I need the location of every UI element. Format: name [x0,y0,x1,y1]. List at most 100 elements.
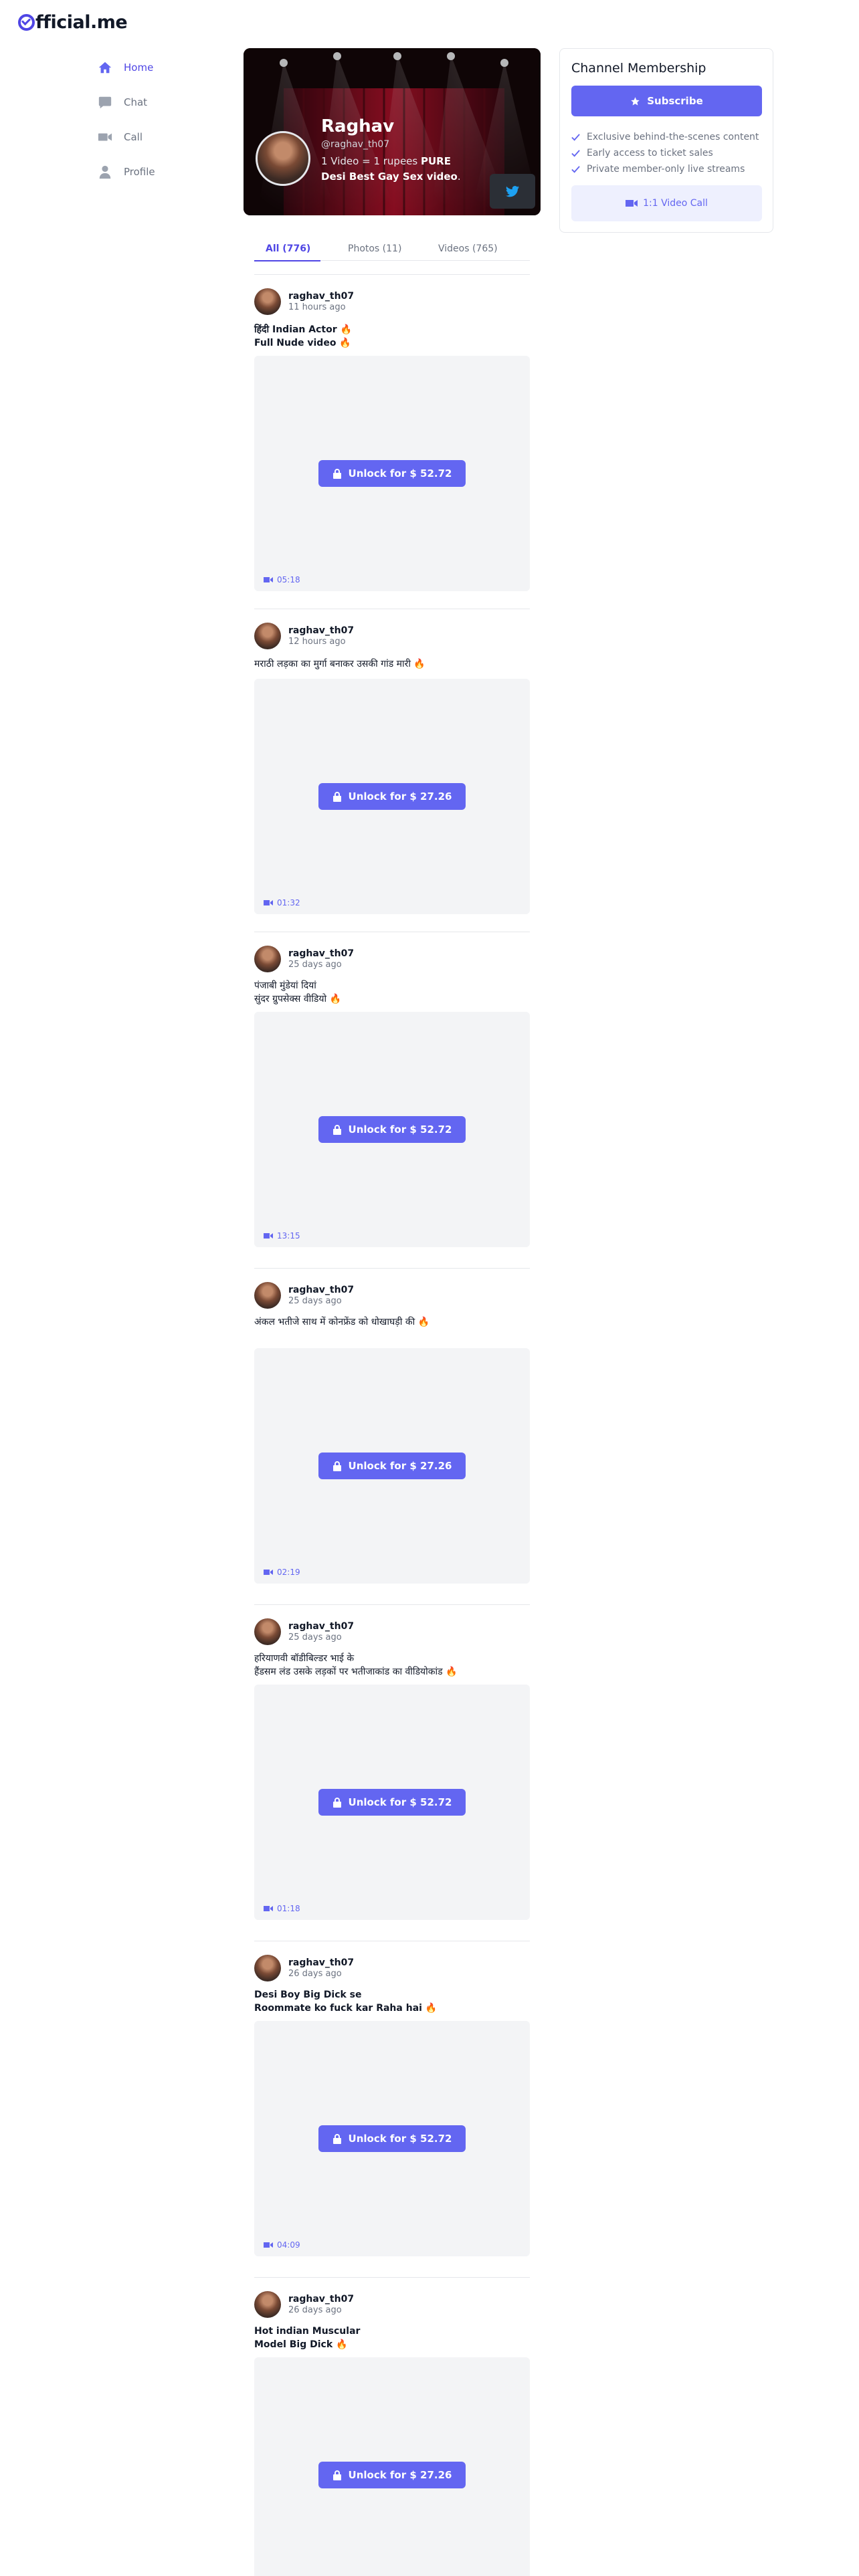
membership-title: Channel Membership [571,61,706,76]
post-header: raghav_th07 25 days ago [254,946,354,972]
site-logo[interactable]: fficial.me [18,12,128,33]
avatar[interactable] [254,1955,281,1981]
post-timestamp: 12 hours ago [288,636,346,647]
profile-name: Raghav [321,116,395,136]
avatar[interactable] [254,1282,281,1309]
unlock-button[interactable]: Unlock for $ 27.26 [318,2462,466,2488]
subscribe-label: Subscribe [647,95,703,107]
video-call-button[interactable]: 1:1 Video Call [571,185,762,221]
unlock-button[interactable]: Unlock for $ 52.72 [318,2125,466,2152]
avatar[interactable] [254,946,281,972]
post-timestamp: 25 days ago [288,1295,342,1306]
tab-photos[interactable]: Photos (11) [348,243,401,261]
locked-media[interactable]: Unlock for $ 52.72 13:15 [254,1012,530,1247]
profile-handle: @raghav_th07 [321,139,390,150]
post-caption: हिंदी Indian Actor 🔥 Full Nude video 🔥 [254,324,352,348]
video-camera-icon [264,1906,273,1911]
post-timestamp: 25 days ago [288,1632,342,1642]
star-icon [631,96,640,105]
post-header: raghav_th07 26 days ago [254,2291,354,2318]
video-camera-icon [626,200,638,207]
perk-item: Early access to ticket sales [571,145,759,161]
sidebar-item-label: Call [124,131,143,143]
post-username[interactable]: raghav_th07 [288,1621,354,1632]
sidebar-nav: Home Chat Call Profile [97,50,231,189]
post-caption: मराठी लड़का का मुर्गा बनाकर उसकी गांड मा… [254,659,425,669]
post-caption: अंकल भतीजे साथ में कोनफ्रेंड को धोखाघड़ी… [254,1317,430,1327]
sidebar-item-label: Chat [124,96,148,108]
sidebar-item-home[interactable]: Home [97,50,231,85]
twitter-icon [505,186,520,197]
locked-media[interactable]: Unlock for $ 52.72 01:18 [254,1685,530,1920]
sidebar-item-profile[interactable]: Profile [97,154,231,189]
post-card: raghav_th07 25 days ago हरियाणवी बॉडीबिल्… [254,1604,530,1941]
post-header: raghav_th07 11 hours ago [254,288,354,315]
post-header: raghav_th07 25 days ago [254,1618,354,1645]
post-card: raghav_th07 25 days ago अंकल भतीजे साथ मे… [254,1268,530,1604]
unlock-button[interactable]: Unlock for $ 52.72 [318,1789,466,1816]
unlock-label: Unlock for $ 52.72 [348,1796,452,1808]
lock-icon [332,2470,341,2480]
avatar[interactable] [254,1618,281,1645]
profile-bio: 1 Video = 1 rupees PURE Desi Best Gay Se… [321,155,461,183]
post-timestamp: 11 hours ago [288,302,346,312]
profile-avatar[interactable] [256,131,310,186]
user-icon [97,164,113,180]
lock-icon [332,792,341,802]
post-caption: पंजाबी मुंडेयां दियां सुंदर ग्रुपसेक्स व… [254,980,341,1004]
unlock-label: Unlock for $ 27.26 [348,1460,452,1472]
lock-icon [332,1461,341,1471]
twitter-link-button[interactable] [490,174,535,209]
post-header: raghav_th07 12 hours ago [254,623,354,649]
video-camera-icon [264,1570,273,1575]
lock-icon [332,469,341,479]
post-card: raghav_th07 26 days ago Desi Boy Big Dick… [254,1941,530,2277]
post-caption: Desi Boy Big Dick se Roommate ko fuck ka… [254,1990,438,2014]
post-username[interactable]: raghav_th07 [288,2294,354,2305]
post-caption: हरियाणवी बॉडीबिल्डर भाई के हैंडसम लंड उस… [254,1653,458,1677]
video-camera-icon [264,2242,273,2248]
locked-media[interactable]: Unlock for $ 27.26 01:32 [254,679,530,914]
avatar[interactable] [254,2291,281,2318]
content-tabs: All (776) Photos (11) Videos (765) [254,238,530,261]
unlock-button[interactable]: Unlock for $ 27.26 [318,1453,466,1479]
unlock-label: Unlock for $ 52.72 [348,467,452,479]
sidebar-item-chat[interactable]: Chat [97,85,231,120]
lock-icon [332,1798,341,1808]
post-username[interactable]: raghav_th07 [288,1957,354,1969]
logo-text: fficial.me [35,12,128,33]
avatar[interactable] [254,623,281,649]
locked-media[interactable]: Unlock for $ 52.72 04:09 [254,2021,530,2256]
unlock-label: Unlock for $ 52.72 [348,2133,452,2145]
post-caption: Hot indian Muscular Model Big Dick 🔥 [254,2326,361,2350]
video-camera-icon [264,577,273,582]
post-header: raghav_th07 26 days ago [254,1955,354,1981]
unlock-button[interactable]: Unlock for $ 52.72 [318,1116,466,1143]
profile-banner: Raghav @raghav_th07 1 Video = 1 rupees P… [244,48,541,215]
post-username[interactable]: raghav_th07 [288,291,354,302]
unlock-button[interactable]: Unlock for $ 27.26 [318,783,466,810]
post-timestamp: 25 days ago [288,959,342,970]
locked-media[interactable]: Unlock for $ 27.26 [254,2357,530,2576]
post-username[interactable]: raghav_th07 [288,1285,354,1296]
post-card: raghav_th07 25 days ago पंजाबी मुंडेयां द… [254,932,530,1268]
sidebar-item-call[interactable]: Call [97,120,231,154]
locked-media[interactable]: Unlock for $ 27.26 02:19 [254,1348,530,1584]
tab-all[interactable]: All (776) [254,243,321,261]
post-username[interactable]: raghav_th07 [288,625,354,637]
sidebar-item-label: Profile [124,166,155,178]
logo-mark-icon [18,14,35,31]
unlock-label: Unlock for $ 27.26 [348,2469,452,2481]
locked-media[interactable]: Unlock for $ 52.72 05:18 [254,356,530,591]
unlock-label: Unlock for $ 27.26 [348,790,452,802]
check-icon [571,149,580,157]
post-username[interactable]: raghav_th07 [288,948,354,960]
home-icon [97,60,113,76]
avatar[interactable] [254,288,281,315]
video-duration: 04:09 [264,2240,300,2250]
post-card: raghav_th07 12 hours ago मराठी लड़का का म… [254,609,530,938]
check-icon [571,165,580,173]
unlock-button[interactable]: Unlock for $ 52.72 [318,460,466,487]
tab-videos[interactable]: Videos (765) [438,243,498,261]
subscribe-button[interactable]: Subscribe [571,86,762,116]
